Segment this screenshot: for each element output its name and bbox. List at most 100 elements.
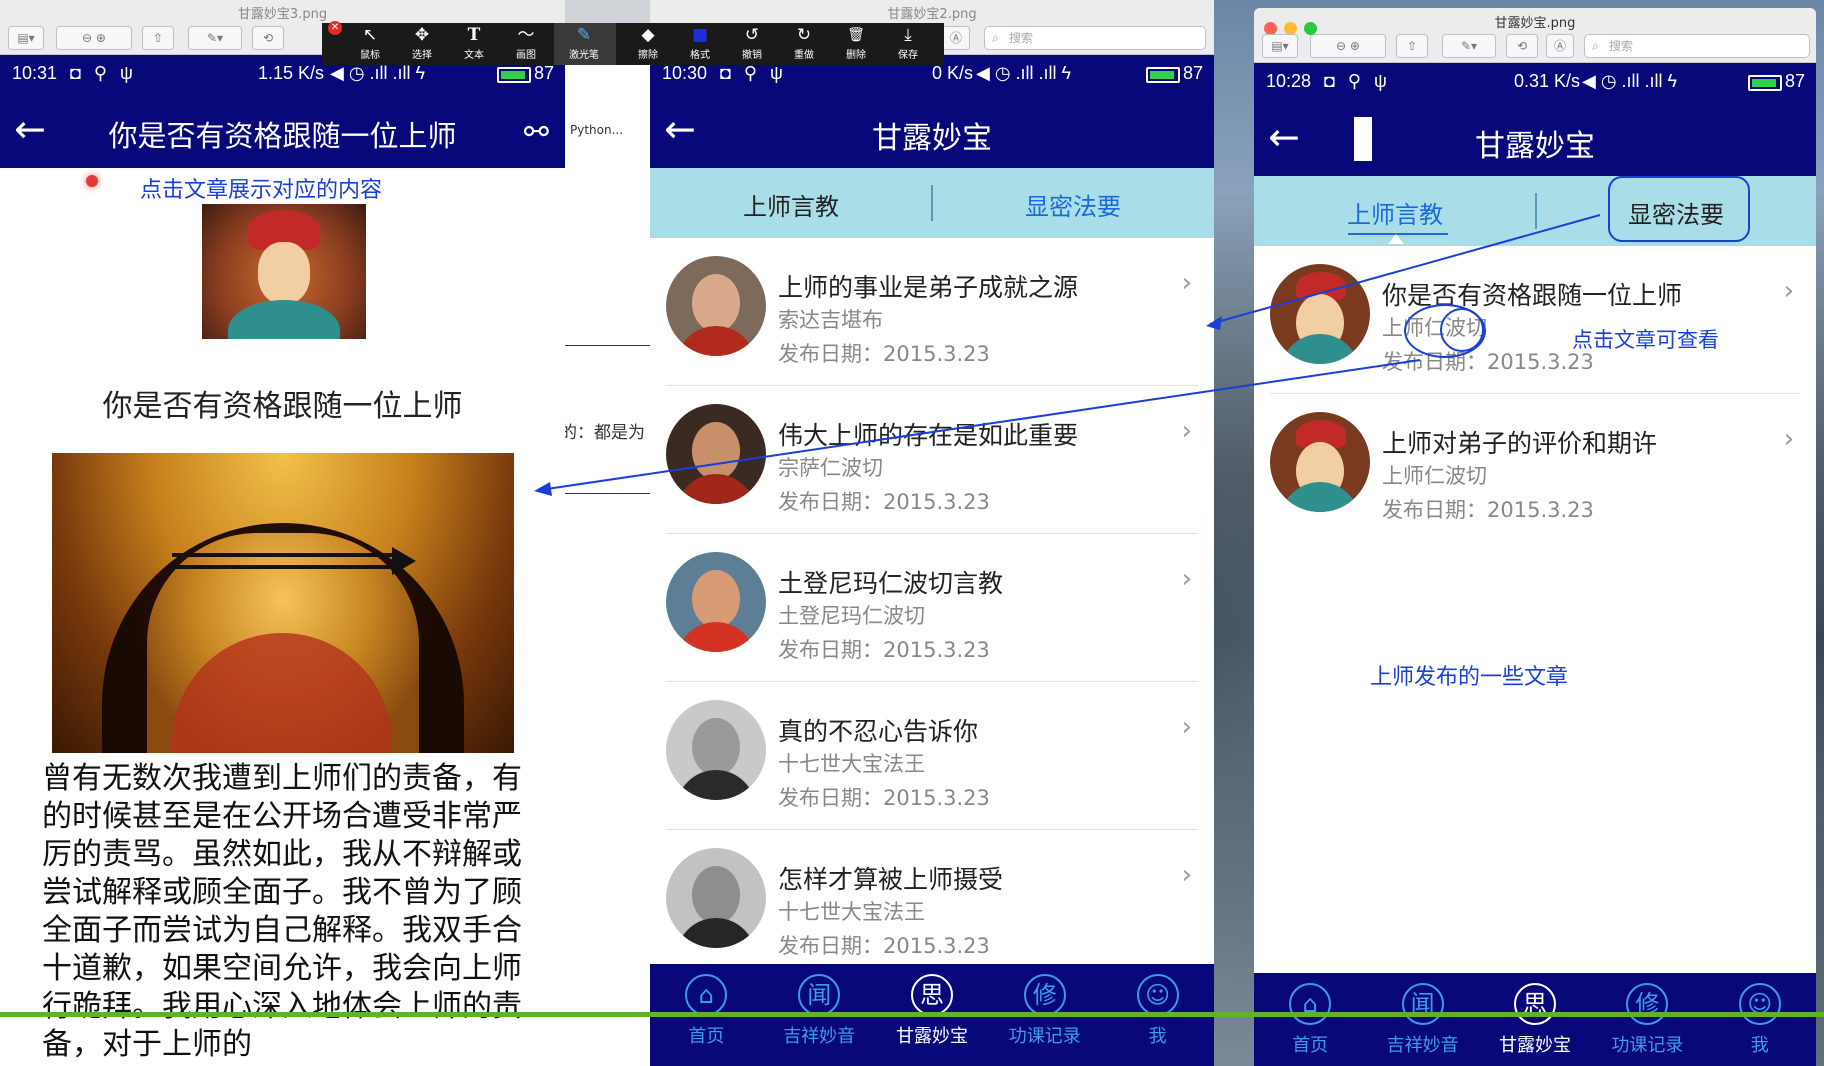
article-author: 十七世大宝法王 (778, 900, 925, 924)
tool-select[interactable]: ✥ 选择 (396, 25, 448, 61)
nav-title: 你是否有资格跟随一位上师 (108, 119, 457, 153)
sidebar-toggle-button[interactable]: ▤▾ (8, 26, 44, 50)
article-author: 宗萨仁波切 (778, 456, 883, 480)
tool-undo[interactable]: ↺ 撤销 (726, 25, 778, 61)
annotate-button[interactable]: Ⓐ (1546, 34, 1574, 58)
article-author: 索达吉堪布 (778, 308, 883, 332)
list-item[interactable]: 怎样才算被上师摄受 十七世大宝法王 发布日期：2015.3.23 › (650, 830, 1214, 978)
status-net-speed: 0.31 K/s (1514, 71, 1581, 91)
status-net-speed: 0 K/s (932, 63, 974, 83)
chevron-right-icon: › (1181, 564, 1192, 594)
listen-icon: 闻 (1401, 983, 1444, 1025)
list-item[interactable]: 上师对弟子的评价和期许 上师仁波切 发布日期：2015.3.23 › (1254, 394, 1816, 542)
search-input[interactable]: 搜索 (984, 26, 1206, 50)
tool-label: 保存 (898, 50, 918, 61)
laser-pointer-dot (86, 175, 98, 187)
status-time: 10:31 (12, 63, 58, 83)
tool-label: 重做 (794, 50, 814, 61)
preview-window-list: 甘露妙宝2.png ⟲ Ⓐ 搜索 10:30 ◘ ⚲ ψ 0 K/s ◀ ◷ .… (650, 0, 1214, 1066)
avatar (1270, 264, 1370, 364)
battery-percent: 87 (1785, 71, 1806, 91)
preview-window-article: 甘露妙宝3.png ▤▾ ⊖ ⊕ ⇧ ✎▾ ⟲ 10:31 ◘ ⚲ ψ 1.15… (0, 0, 565, 1066)
tab-treasure[interactable]: 思甘露妙宝 (876, 964, 989, 1048)
laser-icon: ✎ (576, 25, 592, 45)
close-icon[interactable]: ✕ (328, 21, 342, 35)
share-button[interactable]: ⇧ (1396, 34, 1428, 58)
markup-button[interactable]: ✎▾ (1442, 34, 1496, 58)
move-icon: ✥ (414, 25, 430, 45)
drawn-arrow (172, 553, 402, 557)
tab-label: 甘露妙宝 (895, 1026, 968, 1047)
nav-bar: ← 甘露妙宝 (650, 93, 1214, 168)
rotate-button[interactable]: ⟲ (252, 26, 284, 50)
tool-redo[interactable]: ↻ 重做 (778, 25, 830, 61)
eraser-icon: ◆ (641, 25, 655, 45)
tool-label: 鼠标 (360, 50, 380, 61)
signal-icons: ◀ ◷ .ıll .ıll ϟ (330, 63, 426, 83)
tab-label: 我 (1148, 1026, 1167, 1047)
active-indicator (1388, 234, 1404, 244)
article-title: 上师对弟子的评价和期许 (1382, 429, 1658, 458)
annotation-toolbar: ✕ ↖ 鼠标 ✥ 选择 T 文本 〜画图 ✎ 激光笔 ◆ 擦除 ■ 格式 ↺ 撤销 ↻ 重做 🗑… (322, 21, 944, 65)
tool-draw[interactable]: 〜画图 (500, 25, 552, 61)
sidebar-toggle-button[interactable]: ▤▾ (1262, 34, 1298, 58)
phone-screen: 10:31 ◘ ⚲ ψ 1.15 K/s ◀ ◷ .ıll .ıll ϟ 87 … (0, 55, 565, 1066)
drawn-arrow (170, 565, 402, 569)
tab-records[interactable]: 修功课记录 (988, 964, 1101, 1048)
tool-text[interactable]: T 文本 (448, 25, 500, 61)
tab-label: 首页 (1292, 1035, 1329, 1056)
undo-icon: ↺ (744, 25, 760, 45)
share-button[interactable]: ⇧ (142, 26, 174, 50)
annotation-text: 点击文章可查看 (1572, 328, 1719, 352)
tool-pointer[interactable]: ↖ 鼠标 (344, 25, 396, 61)
status-time: 10:30 (662, 63, 708, 83)
tab-label: 吉祥妙音 (1386, 1035, 1459, 1056)
nav-title: 甘露妙宝 (1475, 129, 1595, 164)
segment-teachings[interactable]: 上师言教 (1254, 195, 1536, 230)
article-title: 怎样才算被上师摄受 (778, 865, 1004, 894)
tab-label: 甘露妙宝 (1498, 1035, 1571, 1056)
tool-erase[interactable]: ◆ 擦除 (622, 25, 674, 61)
tool-delete[interactable]: 🗑 删除 (830, 25, 882, 61)
save-icon: ⤓ (904, 25, 912, 45)
avatar (1270, 412, 1370, 512)
desktop-snippet: 的：都是为 (560, 423, 645, 443)
tool-label: 格式 (690, 50, 710, 61)
list-item[interactable]: 真的不忍心告诉你 十七世大宝法王 发布日期：2015.3.23 › (650, 682, 1214, 830)
tab-me[interactable]: ☺ 我 (1101, 964, 1214, 1048)
status-icons: ◘ ⚲ ψ (720, 63, 787, 83)
tool-laser[interactable]: ✎ 激光笔 (558, 25, 610, 61)
phone-screen: 10:28 ◘ ⚲ ψ 0.31 K/s ◀ ◷ .ıll .ıll ϟ 87 … (1254, 63, 1816, 1066)
tool-label: 激光笔 (569, 50, 599, 61)
zoom-buttons[interactable]: ⊖ ⊕ (1310, 34, 1386, 58)
zoom-buttons[interactable]: ⊖ ⊕ (56, 26, 132, 50)
list-item[interactable]: 伟大上师的存在是如此重要 宗萨仁波切 发布日期：2015.3.23 › (650, 386, 1214, 534)
chevron-right-icon: › (1181, 712, 1192, 742)
list-item[interactable]: 上师的事业是弟子成就之源 索达吉堪布 发布日期：2015.3.23 › (650, 238, 1214, 386)
segment-dharma[interactable]: 显密法要 (932, 187, 1214, 222)
tab-home[interactable]: ⌂ 首页 (650, 964, 763, 1048)
search-input[interactable]: 搜索 (1584, 34, 1810, 58)
segment-teachings[interactable]: 上师言教 (650, 187, 932, 222)
tool-format[interactable]: ■ 格式 (674, 25, 726, 61)
tool-label: 删除 (846, 50, 866, 61)
avatar (666, 552, 766, 652)
chevron-right-icon: › (1181, 416, 1192, 446)
nav-title: 甘露妙宝 (872, 121, 992, 156)
tab-label: 吉祥妙音 (783, 1026, 856, 1047)
list-item[interactable]: 你是否有资格跟随一位上师 上师仁波切 发布日期：2015.3.23 › 点击文章… (1254, 246, 1816, 394)
battery-percent: 87 (1183, 63, 1204, 83)
article-heading: 你是否有资格跟随一位上师 (102, 389, 463, 424)
chevron-right-icon: › (1181, 268, 1192, 298)
listen-icon: 闻 (798, 974, 841, 1016)
rotate-button[interactable]: ⟲ (1506, 34, 1538, 58)
tab-audio[interactable]: 闻吉祥妙音 (763, 964, 876, 1048)
article-title: 上师的事业是弟子成就之源 (778, 273, 1079, 302)
arrowhead-icon (392, 547, 416, 575)
tool-save[interactable]: ⤓ 保存 (882, 25, 934, 61)
markup-button[interactable]: Ⓐ (942, 26, 970, 50)
article-title: 土登尼玛仁波切言教 (778, 569, 1004, 598)
markup-button[interactable]: ✎▾ (188, 26, 242, 50)
list-item[interactable]: 土登尼玛仁波切言教 土登尼玛仁波切 发布日期：2015.3.23 › (650, 534, 1214, 682)
share-icon[interactable]: ⚯ (524, 115, 549, 150)
